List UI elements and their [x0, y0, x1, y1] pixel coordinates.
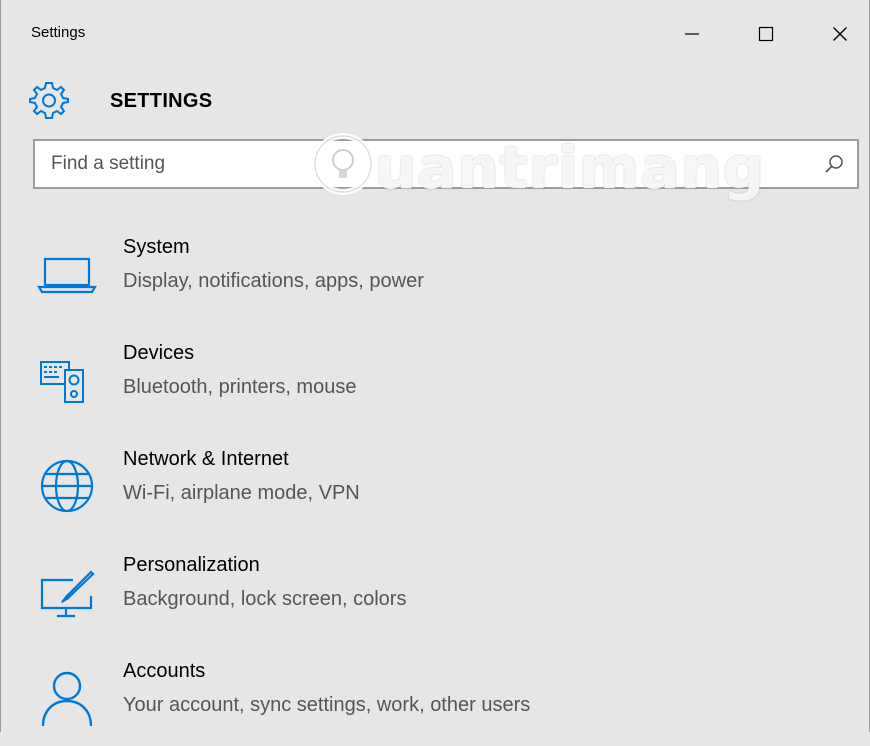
- close-button[interactable]: [815, 14, 865, 54]
- person-icon: [37, 666, 97, 727]
- search-icon[interactable]: [823, 153, 845, 175]
- category-name: Devices: [123, 342, 195, 364]
- category-accounts[interactable]: Accounts Your account, sync settings, wo…: [1, 646, 869, 746]
- category-devices[interactable]: Devices Bluetooth, printers, mouse: [1, 328, 869, 428]
- paintbrush-monitor-icon: [37, 560, 97, 620]
- category-description: Bluetooth, printers, mouse: [123, 376, 357, 398]
- maximize-icon: [758, 26, 774, 42]
- search-input[interactable]: [51, 141, 811, 187]
- category-network[interactable]: Network & Internet Wi-Fi, airplane mode,…: [1, 434, 869, 534]
- search-box[interactable]: [33, 139, 859, 189]
- category-name: System: [123, 236, 190, 258]
- minimize-icon: [685, 33, 699, 35]
- category-system[interactable]: System Display, notifications, apps, pow…: [1, 222, 869, 322]
- close-icon: [833, 27, 847, 41]
- category-description: Background, lock screen, colors: [123, 588, 407, 610]
- window-title: Settings: [31, 24, 86, 41]
- category-name: Personalization: [123, 554, 260, 576]
- minimize-button[interactable]: [667, 14, 717, 54]
- settings-window: Settings SETTINGS Find a setting uantrim…: [0, 0, 870, 732]
- category-description: Wi-Fi, airplane mode, VPN: [123, 482, 360, 504]
- title-bar: Settings: [1, 0, 869, 64]
- keyboard-speaker-icon: [37, 348, 97, 408]
- maximize-button[interactable]: [741, 14, 791, 54]
- gear-icon: [29, 78, 69, 122]
- category-description: Display, notifications, apps, power: [123, 270, 424, 292]
- category-personalization[interactable]: Personalization Background, lock screen,…: [1, 540, 869, 640]
- category-name: Accounts: [123, 660, 206, 682]
- page-title: SETTINGS: [110, 90, 213, 112]
- category-description: Your account, sync settings, work, other…: [123, 694, 531, 716]
- laptop-icon: [37, 242, 97, 302]
- category-name: Network & Internet: [123, 448, 289, 470]
- app-header: SETTINGS: [29, 78, 429, 122]
- globe-icon: [37, 454, 97, 514]
